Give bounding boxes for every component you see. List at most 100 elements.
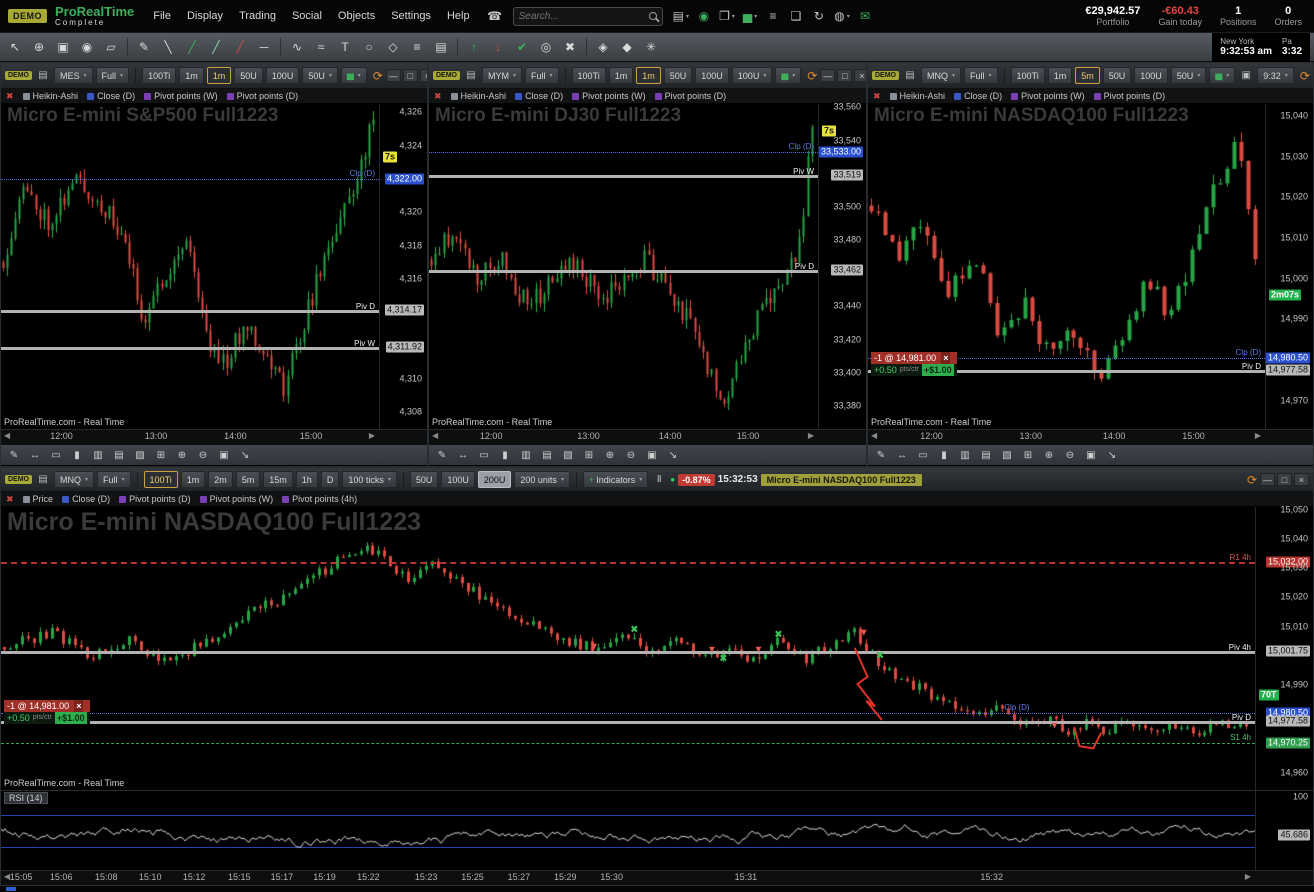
units-200u[interactable]: 200U <box>477 471 512 488</box>
draw-icon[interactable]: ✎ <box>433 447 451 463</box>
instrument-selector[interactable]: MNQ ▾ <box>54 471 95 488</box>
phone-icon[interactable]: ☎ <box>485 6 505 26</box>
layout-icon[interactable]: ▤ <box>35 472 51 488</box>
refresh-icon[interactable]: ↻ <box>809 6 829 26</box>
areachart-style-icon[interactable]: ▧ <box>131 447 149 463</box>
target-icon[interactable]: ◎ <box>535 37 557 58</box>
chart-style-button[interactable]: ▅ ▾ <box>775 67 802 84</box>
timeframe-1m[interactable]: 1m <box>179 67 204 84</box>
instrument-selector[interactable]: MYM ▾ <box>482 67 523 84</box>
mode-selector[interactable]: Full ▾ <box>525 67 559 84</box>
zoom-select-icon[interactable]: ▣ <box>643 447 661 463</box>
candlestick-style-icon[interactable]: ▮ <box>68 447 86 463</box>
scroll-right-arrow[interactable]: ▶ <box>369 431 375 440</box>
close-position-icon[interactable]: × <box>74 699 84 712</box>
timeframe-100ti[interactable]: 100Ti <box>143 471 178 488</box>
cursor-icon[interactable]: ↖ <box>4 37 26 58</box>
menu-file[interactable]: File <box>146 7 178 25</box>
legend-item[interactable]: Heikin-Ashi <box>22 91 78 101</box>
indicators-button[interactable]: + Indicators ▾ <box>582 471 649 488</box>
sync-icon[interactable]: ⟳ <box>807 69 817 83</box>
menu-display[interactable]: Display <box>180 7 230 25</box>
timeframe-50u[interactable]: 50U <box>1102 67 1132 84</box>
price-plot[interactable]: Micro E-mini NASDAQ100 Full1223 Clp (D) Pi… <box>868 104 1265 429</box>
price-axis[interactable]: 4,326 4,324 7s 4,322.00 4,320 4,318 4,316 4,314… <box>379 104 427 429</box>
sync-icon[interactable]: ⟳ <box>373 69 383 83</box>
timeframe-100u[interactable]: 100U ▾ <box>731 67 773 84</box>
close-position-icon[interactable]: × <box>941 351 951 364</box>
layout-icon[interactable]: ▤ <box>35 68 51 84</box>
areachart-style-icon[interactable]: ▧ <box>998 447 1016 463</box>
timeframe-100ti[interactable]: 100Ti <box>571 67 606 84</box>
search-input[interactable] <box>518 10 645 22</box>
units-selector[interactable]: 200 units ▾ <box>514 471 570 488</box>
menu-social[interactable]: Social <box>285 7 329 25</box>
fullscreen-icon[interactable]: ↘ <box>664 447 682 463</box>
linechart-style-icon[interactable]: ▤ <box>538 447 556 463</box>
select-zone-icon[interactable]: ▭ <box>475 447 493 463</box>
legend-item[interactable]: Pivot points (D) <box>226 91 298 101</box>
legend-item[interactable]: Pivot points (W) <box>199 494 273 504</box>
units-100u[interactable]: 100U <box>441 471 475 488</box>
trendline-icon[interactable]: ╱ <box>181 37 203 58</box>
screenshot-icon[interactable]: ▣ <box>1238 68 1254 84</box>
channel-icon[interactable]: ▤ <box>430 37 452 58</box>
text-icon[interactable]: T <box>334 37 356 58</box>
grid-toggle-icon[interactable]: ⊞ <box>580 447 598 463</box>
legend-item[interactable]: Pivot points (D) <box>1093 91 1165 101</box>
legend-item[interactable]: Close (D) <box>87 91 135 101</box>
close-button[interactable]: × <box>854 69 866 82</box>
pen-icon[interactable]: ╲ <box>157 37 179 58</box>
delete-drawing-icon[interactable]: ✖ <box>559 37 581 58</box>
linechart-style-icon[interactable]: ▤ <box>110 447 128 463</box>
pencil-icon[interactable]: ✎ <box>133 37 155 58</box>
rsi-plot[interactable]: RSI (14) <box>1 791 1255 870</box>
new-chart-icon[interactable]: ▅ ▾ <box>740 6 760 26</box>
timeframe-1m[interactable]: 1m <box>608 67 634 84</box>
layout-icon[interactable]: ▤ <box>902 68 918 84</box>
price-axis[interactable]: 15,040 15,030 15,020 15,010 15,000 2m07s 14,99… <box>1265 104 1313 429</box>
legend-item[interactable]: Close (D) <box>954 91 1002 101</box>
fullscreen-icon[interactable]: ↘ <box>1103 447 1121 463</box>
zigzag-icon[interactable]: ∿ <box>286 37 308 58</box>
mode-selector[interactable]: Full ▾ <box>964 67 998 84</box>
print-icon[interactable]: ❑ <box>786 6 806 26</box>
short-line-icon[interactable]: ╱ <box>229 37 251 58</box>
legend-item[interactable]: Pivot points (4h) <box>282 494 357 504</box>
session-time-selector[interactable]: 9:32 ▾ <box>1257 67 1294 84</box>
layout-icon[interactable]: ▤ <box>463 68 479 84</box>
workspaces-icon[interactable]: ▤ ▾ <box>671 6 691 26</box>
buy-arrow-icon[interactable]: ↑ <box>463 37 485 58</box>
timeframe-100u[interactable]: 100U <box>1134 67 1168 84</box>
messages-icon[interactable]: ✉ <box>855 6 875 26</box>
scroll-left-arrow[interactable]: ◀ <box>432 431 438 440</box>
instrument-selector[interactable]: MES ▾ <box>54 67 93 84</box>
timeframe-50u[interactable]: 50U <box>234 67 263 84</box>
close-button[interactable]: × <box>419 69 427 82</box>
validate-icon[interactable]: ✔ <box>511 37 533 58</box>
new-window-icon[interactable]: ❐ ▾ <box>717 6 737 26</box>
candlestick-style-icon[interactable]: ▮ <box>496 447 514 463</box>
search-icon[interactable] <box>648 12 657 20</box>
legend-item[interactable]: Pivot points (D) <box>119 494 191 504</box>
polygon-icon[interactable]: ◇ <box>382 37 404 58</box>
barchart-style-icon[interactable]: ▥ <box>89 447 107 463</box>
select-zone-icon[interactable]: ▭ <box>47 447 65 463</box>
timeframe-2m[interactable]: 2m <box>208 471 233 488</box>
timeframe-1m[interactable]: 1m <box>1047 67 1073 84</box>
draw-icon[interactable]: ✎ <box>872 447 890 463</box>
timeframe-1m[interactable]: 1m <box>636 67 661 84</box>
price-plot[interactable]: Micro E-mini NASDAQ100 Full1223 R1 4h Piv … <box>1 507 1255 790</box>
scroll-right-arrow[interactable]: ▶ <box>1255 431 1261 440</box>
legend-item[interactable]: Close (D) <box>62 494 110 504</box>
timeframe-50u[interactable]: 50U ▾ <box>1170 67 1207 84</box>
zoom-out-icon[interactable]: ⊖ <box>1061 447 1079 463</box>
zoom-in-icon[interactable]: ⊕ <box>173 447 191 463</box>
zoom-in-icon[interactable]: ⊕ <box>28 37 50 58</box>
draw-icon[interactable]: ✎ <box>5 447 23 463</box>
zoom-select-icon[interactable]: ▣ <box>1082 447 1100 463</box>
legend-item[interactable]: Pivot points (D) <box>654 91 726 101</box>
menu-settings[interactable]: Settings <box>384 7 438 25</box>
menu-objects[interactable]: Objects <box>331 7 382 25</box>
menu-trading[interactable]: Trading <box>232 7 283 25</box>
